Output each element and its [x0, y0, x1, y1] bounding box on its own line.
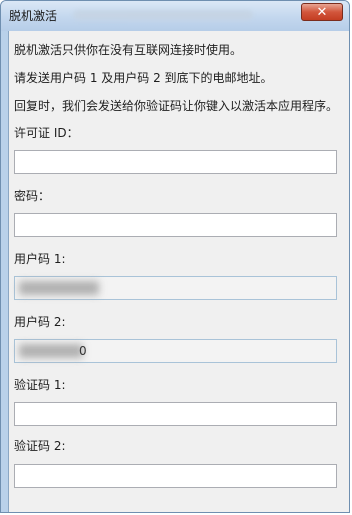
- title-bar[interactable]: 脱机激活 ✕: [1, 1, 349, 31]
- redacted-user-code-2: [19, 344, 83, 358]
- redacted-user-code-1: [19, 281, 99, 295]
- window-title: 脱机激活: [9, 9, 58, 23]
- password-input[interactable]: [14, 213, 337, 237]
- user-code-1-label: 用户码 1:: [14, 252, 66, 266]
- close-icon: ✕: [316, 4, 328, 20]
- user-code-1-field[interactable]: [14, 276, 337, 300]
- verify-code-2-label: 验证码 2:: [14, 439, 66, 453]
- verify-code-1-label: 验证码 1:: [14, 378, 66, 392]
- intro-line-3: 回复时，我们会发送给你验证码让你键入以激活本应用程序。: [14, 99, 339, 113]
- intro-line-1: 脱机激活只供你在没有互联网连接时使用。: [14, 43, 243, 57]
- verify-code-2-input[interactable]: [14, 464, 337, 488]
- password-label: 密码：: [14, 189, 51, 203]
- user-code-2-field[interactable]: 0: [14, 339, 337, 363]
- license-id-input[interactable]: [14, 150, 337, 174]
- close-button[interactable]: ✕: [301, 3, 343, 21]
- license-id-label: 许可证 ID：: [14, 126, 79, 140]
- redacted-title-path: [73, 10, 253, 20]
- right-edge: [341, 31, 349, 512]
- user-code-2-value: 0: [79, 344, 87, 358]
- offline-activation-dialog: 脱机激活 ✕ 脱机激活只供你在没有互联网连接时使用。 请发送用户码 1 及用户码…: [0, 0, 350, 513]
- user-code-2-label: 用户码 2:: [14, 315, 66, 329]
- dialog-body: 脱机激活只供你在没有互联网连接时使用。 请发送用户码 1 及用户码 2 到底下的…: [8, 31, 343, 512]
- verify-code-1-input[interactable]: [14, 402, 337, 426]
- intro-line-2: 请发送用户码 1 及用户码 2 到底下的电邮地址。: [14, 71, 273, 85]
